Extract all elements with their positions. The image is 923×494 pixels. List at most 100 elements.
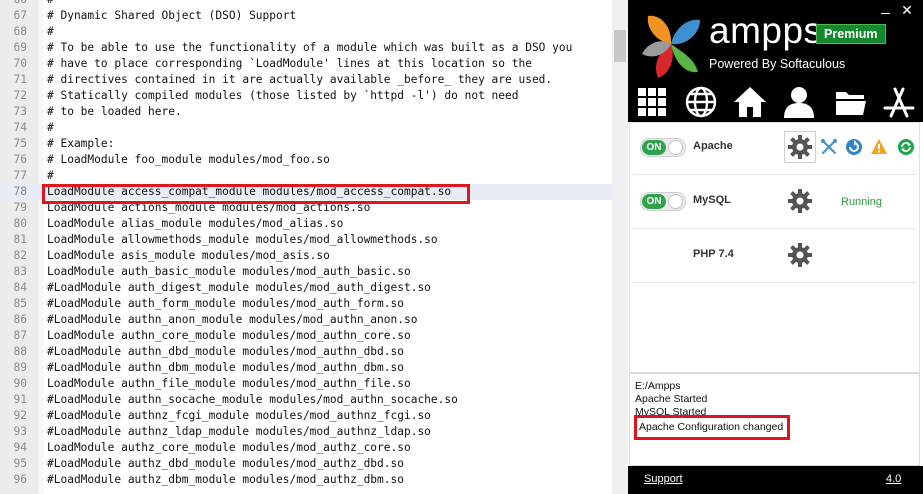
- line-text[interactable]: LoadModule auth_basic_module modules/mod…: [47, 264, 411, 280]
- code-lines[interactable]: 66 #67 # Dynamic Shared Object (DSO) Suppo…: [0, 0, 612, 488]
- code-line[interactable]: 92 #LoadModule authnz_fcgi_module modules…: [0, 408, 612, 424]
- line-text[interactable]: #LoadModule auth_digest_module modules/m…: [47, 280, 431, 296]
- service-row-php: PHP 7.4: [630, 231, 919, 283]
- code-line[interactable]: 88 #LoadModule authn_dbd_module modules/m…: [0, 344, 612, 360]
- restart-icon[interactable]: [845, 138, 863, 156]
- support-link[interactable]: Support: [644, 473, 683, 485]
- gear-icon[interactable]: [787, 188, 813, 214]
- version-link[interactable]: 4.0: [886, 473, 901, 485]
- line-number: 74: [13, 121, 27, 134]
- code-editor[interactable]: 66 #67 # Dynamic Shared Object (DSO) Suppo…: [0, 0, 628, 494]
- code-line[interactable]: 78 LoadModule access_compat_module module…: [0, 184, 612, 200]
- code-line[interactable]: 84 #LoadModule auth_digest_module modules…: [0, 280, 612, 296]
- line-text[interactable]: # To be able to use the functionality of…: [47, 40, 572, 56]
- scrollbar-thumb[interactable]: [614, 30, 626, 62]
- line-text[interactable]: LoadModule access_compat_module modules/…: [47, 184, 451, 200]
- premium-badge: Premium: [816, 24, 886, 44]
- toggle-knob: [668, 194, 683, 209]
- line-text[interactable]: #LoadModule authn_dbd_module modules/mod…: [47, 344, 404, 360]
- mysql-toggle[interactable]: ON: [640, 192, 686, 211]
- line-text[interactable]: #LoadModule authn_dbm_module modules/mod…: [47, 360, 404, 376]
- code-line[interactable]: 90 LoadModule authn_file_module modules/m…: [0, 376, 612, 392]
- line-text[interactable]: #LoadModule authz_dbd_module modules/mod…: [47, 456, 404, 472]
- code-line[interactable]: 72 # Statically compiled modules (those l…: [0, 88, 612, 104]
- line-text[interactable]: LoadModule actions_module modules/mod_ac…: [47, 200, 370, 216]
- toggle-on-label: ON: [642, 194, 666, 209]
- code-line[interactable]: 68 #: [0, 24, 612, 40]
- line-text[interactable]: # LoadModule foo_module modules/mod_foo.…: [47, 152, 330, 168]
- line-number: 89: [13, 361, 27, 374]
- row-divider: [633, 228, 916, 229]
- code-line[interactable]: 76 # LoadModule foo_module modules/mod_fo…: [0, 152, 612, 168]
- close-button[interactable]: ✕: [899, 2, 915, 18]
- line-number: 85: [13, 297, 27, 310]
- line-text[interactable]: LoadModule authn_file_module modules/mod…: [47, 376, 411, 392]
- home-icon[interactable]: [732, 84, 768, 120]
- code-line[interactable]: 87 LoadModule authn_core_module modules/m…: [0, 328, 612, 344]
- apache-toggle[interactable]: ON: [640, 138, 686, 157]
- code-line[interactable]: 96 #LoadModule authz_dbm_module modules/m…: [0, 472, 612, 488]
- code-line[interactable]: 79 LoadModule actions_module modules/mod_…: [0, 200, 612, 216]
- line-text[interactable]: #LoadModule authnz_fcgi_module modules/m…: [47, 408, 431, 424]
- apps-grid-icon[interactable]: [634, 84, 670, 120]
- app-store-icon[interactable]: [881, 84, 917, 120]
- code-line[interactable]: 81 LoadModule allowmethods_module modules…: [0, 232, 612, 248]
- line-text[interactable]: LoadModule asis_module modules/mod_asis.…: [47, 248, 330, 264]
- line-text[interactable]: #: [47, 24, 54, 40]
- vertical-scrollbar[interactable]: [612, 0, 628, 494]
- user-icon[interactable]: [781, 84, 817, 120]
- code-line[interactable]: 70 # have to place corresponding `LoadMod…: [0, 56, 612, 72]
- line-text[interactable]: #LoadModule authz_dbm_module modules/mod…: [47, 472, 404, 488]
- code-line[interactable]: 91 #LoadModule authn_socache_module modul…: [0, 392, 612, 408]
- gear-icon[interactable]: [787, 242, 813, 268]
- code-line[interactable]: 71 # directives contained in it are actua…: [0, 72, 612, 88]
- line-text[interactable]: #LoadModule authn_anon_module modules/mo…: [47, 312, 417, 328]
- line-text[interactable]: # Example:: [47, 136, 114, 152]
- line-text[interactable]: # Dynamic Shared Object (DSO) Support: [47, 8, 296, 24]
- globe-icon[interactable]: [683, 84, 719, 120]
- code-line[interactable]: 89 #LoadModule authn_dbm_module modules/m…: [0, 360, 612, 376]
- line-text[interactable]: LoadModule authz_core_module modules/mod…: [47, 440, 411, 456]
- line-text[interactable]: #LoadModule authnz_ldap_module modules/m…: [47, 424, 431, 440]
- line-text[interactable]: LoadModule allowmethods_module modules/m…: [47, 232, 438, 248]
- refresh-icon[interactable]: [897, 138, 915, 156]
- code-line[interactable]: 73 # to be loaded here.: [0, 104, 612, 120]
- line-number: 96: [13, 473, 27, 486]
- line-number: 90: [13, 377, 27, 390]
- line-text[interactable]: # directives contained in it are actuall…: [47, 72, 552, 88]
- log-output: E:/Ampps Apache Started MySQL Started Ap…: [629, 373, 920, 466]
- code-line[interactable]: 82 LoadModule asis_module modules/mod_asi…: [0, 248, 612, 264]
- code-line[interactable]: 94 LoadModule authz_core_module modules/m…: [0, 440, 612, 456]
- warning-icon[interactable]: [870, 138, 888, 156]
- line-text[interactable]: LoadModule authn_core_module modules/mod…: [47, 328, 411, 344]
- mysql-status: Running: [841, 196, 882, 208]
- minimize-button[interactable]: [877, 3, 895, 19]
- line-text[interactable]: #LoadModule auth_form_module modules/mod…: [47, 296, 404, 312]
- line-text[interactable]: # Statically compiled modules (those lis…: [47, 88, 518, 104]
- folder-icon[interactable]: [833, 84, 869, 120]
- code-line[interactable]: 83 LoadModule auth_basic_module modules/m…: [0, 264, 612, 280]
- line-text[interactable]: LoadModule alias_module modules/mod_alia…: [47, 216, 343, 232]
- code-line[interactable]: 93 #LoadModule authnz_ldap_module modules…: [0, 424, 612, 440]
- code-line[interactable]: 69 # To be able to use the functionality …: [0, 40, 612, 56]
- line-number: 94: [13, 441, 27, 454]
- code-line[interactable]: 95 #LoadModule authz_dbd_module modules/m…: [0, 456, 612, 472]
- code-line[interactable]: 66 #: [0, 0, 612, 8]
- code-line[interactable]: 77 #: [0, 168, 612, 184]
- line-number: 67: [13, 9, 27, 22]
- tools-icon[interactable]: [820, 138, 838, 156]
- code-line[interactable]: 85 #LoadModule auth_form_module modules/m…: [0, 296, 612, 312]
- line-text[interactable]: #LoadModule authn_socache_module modules…: [47, 392, 458, 408]
- code-line[interactable]: 86 #LoadModule authn_anon_module modules/…: [0, 312, 612, 328]
- line-number: 86: [13, 313, 27, 326]
- code-line[interactable]: 80 LoadModule alias_module modules/mod_al…: [0, 216, 612, 232]
- line-text[interactable]: #: [47, 168, 54, 184]
- line-text[interactable]: #: [47, 120, 54, 136]
- code-line[interactable]: 75 # Example:: [0, 136, 612, 152]
- code-line[interactable]: 67 # Dynamic Shared Object (DSO) Support: [0, 8, 612, 24]
- line-number: 72: [13, 89, 27, 102]
- line-text[interactable]: # have to place corresponding `LoadModul…: [47, 56, 532, 72]
- line-text[interactable]: #: [47, 0, 54, 8]
- line-text[interactable]: # to be loaded here.: [47, 104, 182, 120]
- code-line[interactable]: 74 #: [0, 120, 612, 136]
